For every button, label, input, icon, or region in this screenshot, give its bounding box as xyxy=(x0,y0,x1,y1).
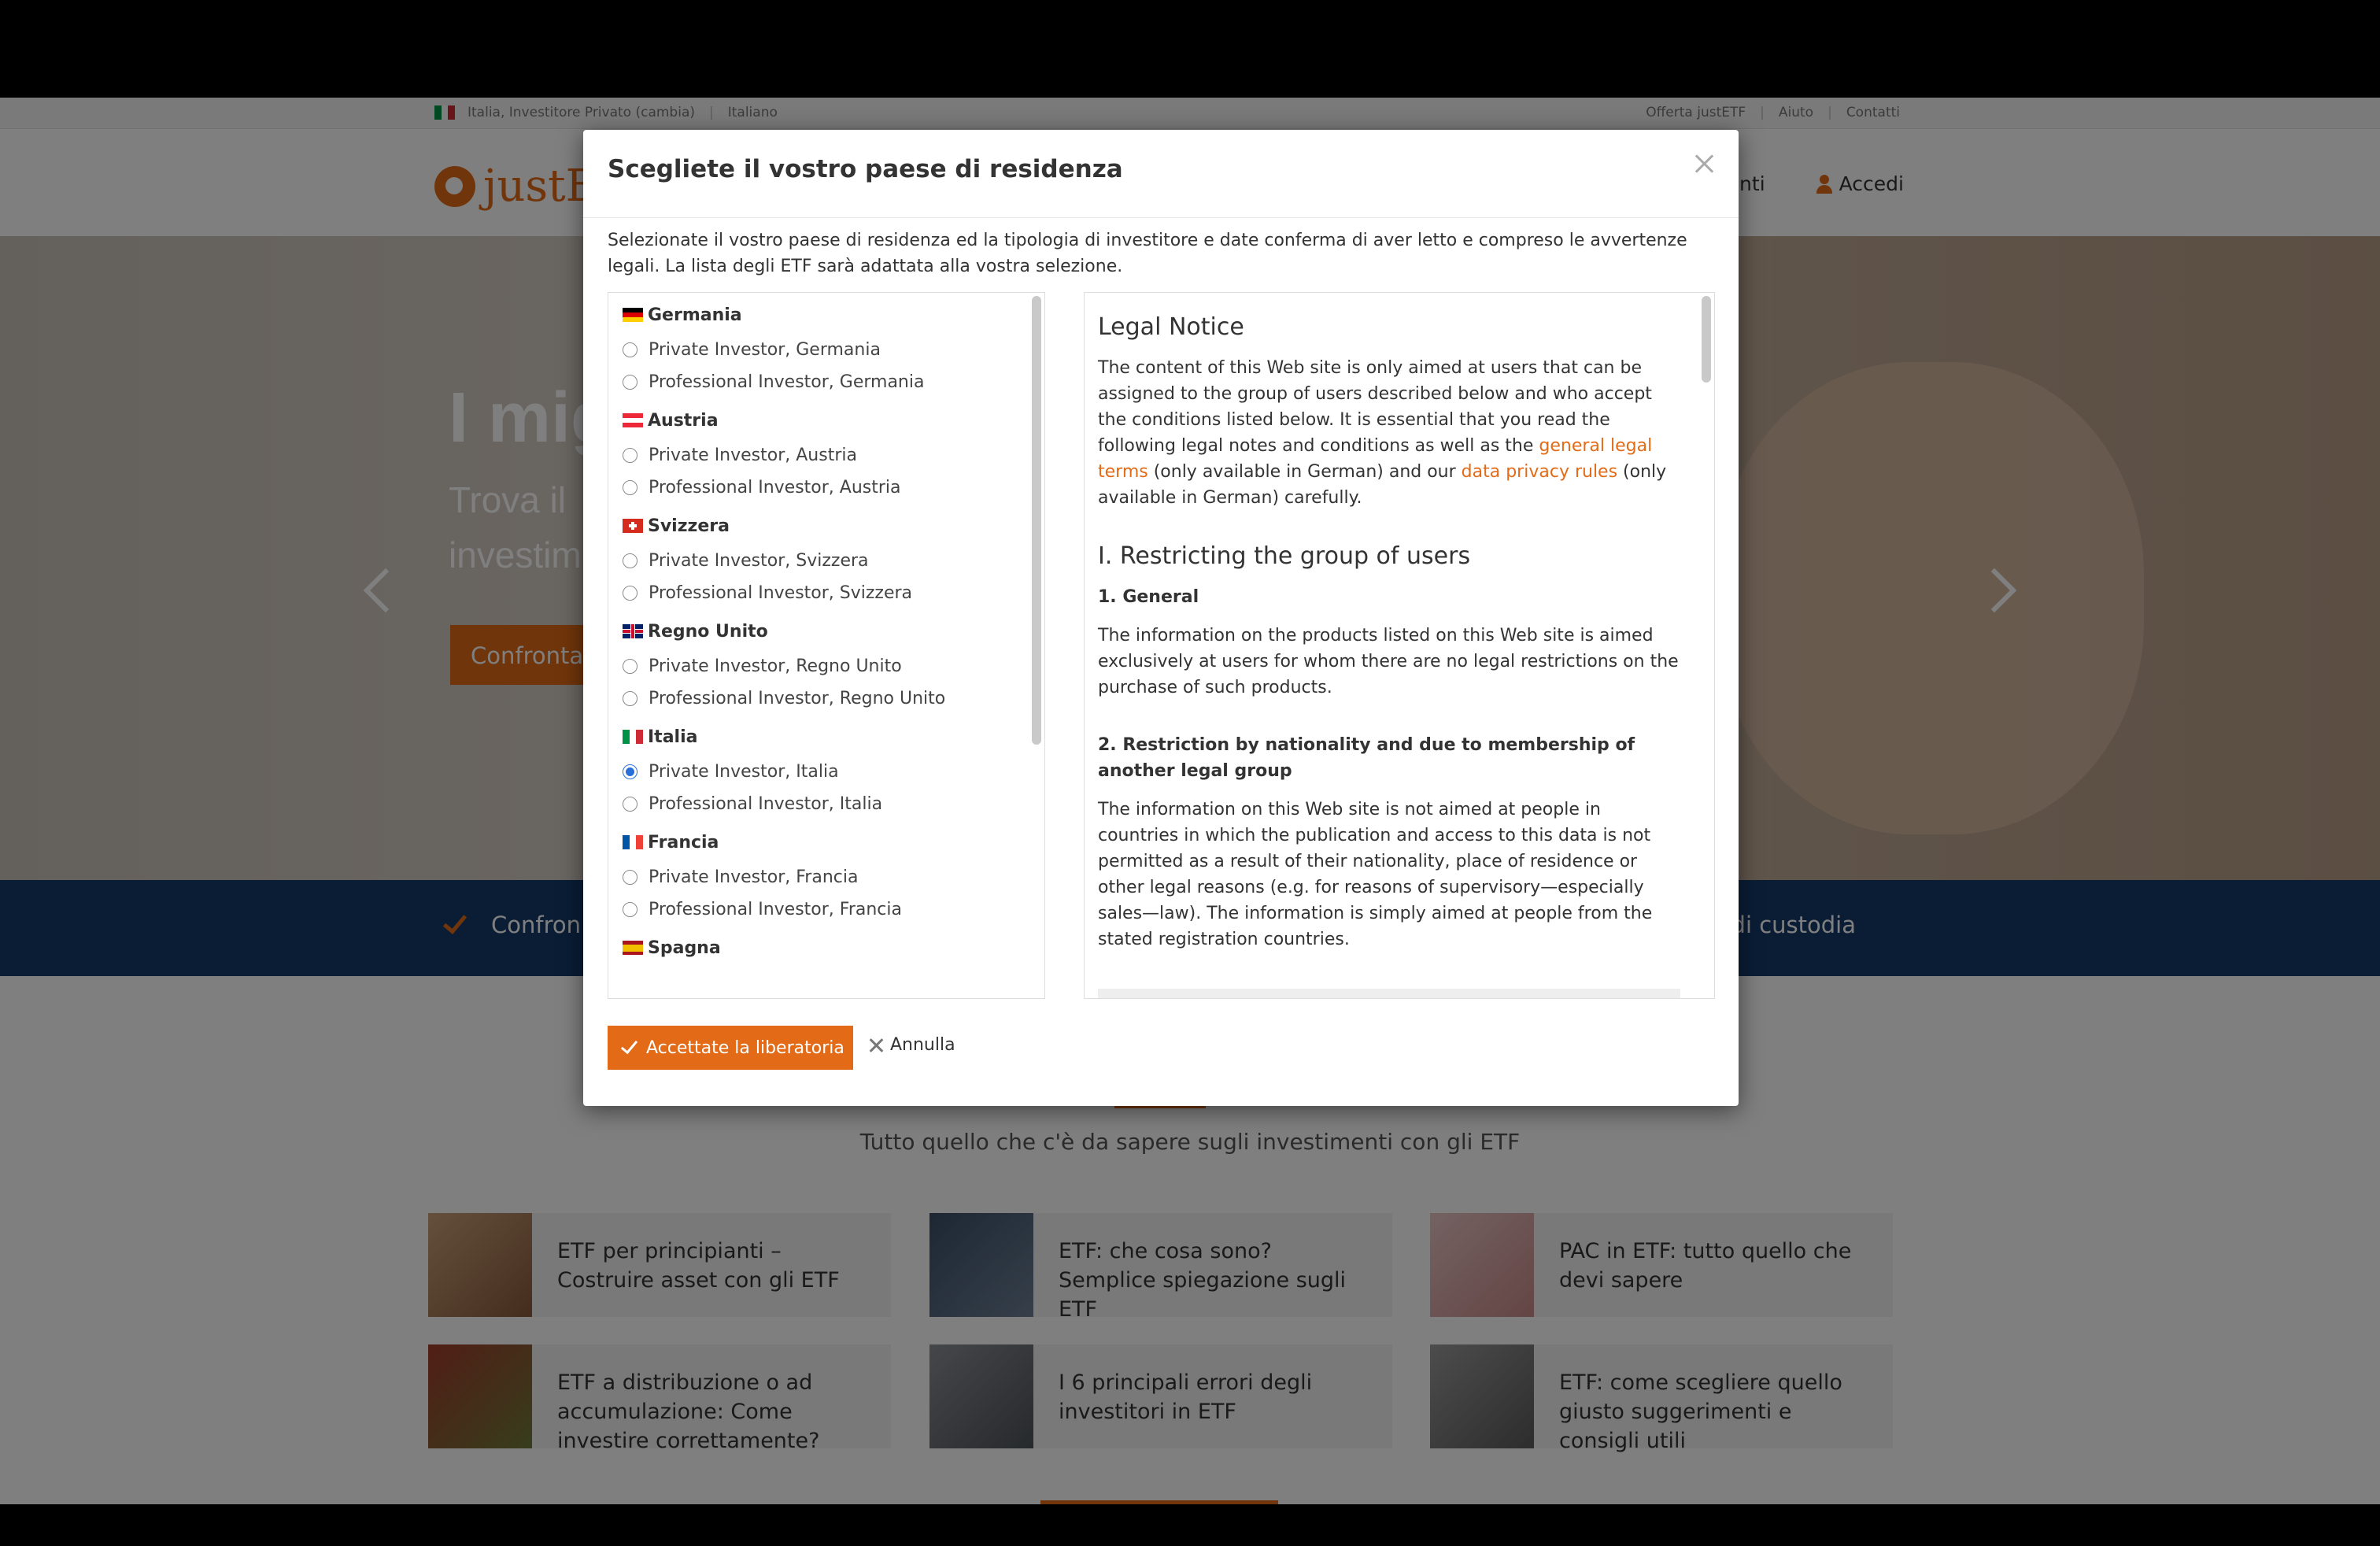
legal-notice-panel[interactable]: Legal Notice The content of this Web sit… xyxy=(1084,292,1715,999)
country-name: Francia xyxy=(648,832,719,853)
country-heading-germania: Germania xyxy=(608,296,1026,334)
option-professional-italia[interactable]: Professional Investor, Italia xyxy=(608,788,1026,820)
legal-intro: The content of this Web site is only aim… xyxy=(1098,355,1680,511)
option-label: Private Investor, Regno Unito xyxy=(649,656,902,676)
screen: Italia, Investitore Privato (cambia) | I… xyxy=(0,0,2380,1546)
legal-subsection-title: 1. General xyxy=(1098,587,1199,607)
option-label: Professional Investor, Austria xyxy=(649,478,901,497)
radio-button-selected[interactable] xyxy=(623,764,638,779)
legal-intro-part: (only available in German) and our xyxy=(1148,462,1462,482)
option-label: Professional Investor, Italia xyxy=(649,794,883,814)
close-icon xyxy=(868,1037,884,1053)
country-list-scrollbar[interactable] xyxy=(1032,296,1041,745)
country-selection-modal: Scegliete il vostro paese di residenza S… xyxy=(583,130,1739,1106)
switzerland-flag-icon xyxy=(623,519,643,533)
legal-scrollbar[interactable] xyxy=(1702,296,1711,383)
radio-button[interactable] xyxy=(623,870,638,885)
option-label: Private Investor, Italia xyxy=(649,762,839,782)
legal-paragraph: The information on this Web site is not … xyxy=(1098,800,1653,949)
country-heading-italia: Italia xyxy=(608,718,1026,756)
country-name: Austria xyxy=(648,410,719,431)
radio-button[interactable] xyxy=(623,586,638,601)
radio-button[interactable] xyxy=(623,342,638,357)
option-professional-germania[interactable]: Professional Investor, Germania xyxy=(608,366,1026,398)
radio-button[interactable] xyxy=(623,448,638,463)
austria-flag-icon xyxy=(623,413,643,427)
radio-button[interactable] xyxy=(623,480,638,495)
cancel-label: Annulla xyxy=(890,1035,955,1055)
option-private-italia[interactable]: Private Investor, Italia xyxy=(608,756,1026,788)
option-label: Private Investor, Svizzera xyxy=(649,551,869,571)
country-name: Svizzera xyxy=(648,516,730,536)
modal-header: Scegliete il vostro paese di residenza xyxy=(583,130,1739,218)
option-private-francia[interactable]: Private Investor, Francia xyxy=(608,861,1026,893)
germany-flag-icon xyxy=(623,308,643,322)
option-label: Private Investor, Austria xyxy=(649,446,857,465)
radio-button[interactable] xyxy=(623,375,638,390)
check-icon xyxy=(620,1036,638,1055)
option-label: Private Investor, Francia xyxy=(649,867,859,887)
data-privacy-link[interactable]: data privacy rules xyxy=(1462,462,1617,482)
modal-intro-text: Selezionate il vostro paese di residenza… xyxy=(608,231,1687,276)
country-name: Italia xyxy=(648,727,698,747)
option-label: Professional Investor, Francia xyxy=(649,900,902,919)
option-private-regno-unito[interactable]: Private Investor, Regno Unito xyxy=(608,650,1026,682)
uk-flag-icon xyxy=(623,624,643,638)
radio-button[interactable] xyxy=(623,659,638,674)
country-name: Germania xyxy=(648,305,742,325)
legal-next-block xyxy=(1098,989,1680,998)
country-heading-regno-unito: Regno Unito xyxy=(608,612,1026,650)
option-professional-regno-unito[interactable]: Professional Investor, Regno Unito xyxy=(608,682,1026,715)
legal-subsection-title: 2. Restriction by nationality and due to… xyxy=(1098,735,1635,781)
country-heading-francia: Francia xyxy=(608,823,1026,861)
modal-title: Scegliete il vostro paese di residenza xyxy=(608,155,1123,183)
france-flag-icon xyxy=(623,835,643,849)
radio-button[interactable] xyxy=(623,691,638,706)
accept-label: Accettate la liberatoria xyxy=(646,1037,844,1058)
country-name: Regno Unito xyxy=(648,621,768,642)
spain-flag-icon xyxy=(623,941,643,955)
option-private-svizzera[interactable]: Private Investor, Svizzera xyxy=(608,545,1026,577)
cancel-button[interactable]: Annulla xyxy=(868,1035,955,1055)
country-list-panel[interactable]: Germania Private Investor, Germania Prof… xyxy=(608,292,1045,999)
country-name: Spagna xyxy=(648,938,721,958)
legal-section-title: I. Restricting the group of users xyxy=(1098,542,1471,570)
option-label: Professional Investor, Regno Unito xyxy=(649,689,946,708)
option-professional-svizzera[interactable]: Professional Investor, Svizzera xyxy=(608,577,1026,609)
italy-flag-icon xyxy=(623,730,643,744)
radio-button[interactable] xyxy=(623,553,638,568)
radio-button[interactable] xyxy=(623,902,638,917)
accept-disclaimer-button[interactable]: Accettate la liberatoria xyxy=(608,1026,853,1070)
option-professional-austria[interactable]: Professional Investor, Austria xyxy=(608,472,1026,504)
option-private-germania[interactable]: Private Investor, Germania xyxy=(608,334,1026,366)
close-icon[interactable] xyxy=(1691,150,1718,177)
radio-button[interactable] xyxy=(623,797,638,812)
option-label: Private Investor, Germania xyxy=(649,340,881,360)
option-label: Professional Investor, Svizzera xyxy=(649,583,913,603)
option-label: Professional Investor, Germania xyxy=(649,372,925,392)
country-heading-svizzera: Svizzera xyxy=(608,507,1026,545)
option-private-austria[interactable]: Private Investor, Austria xyxy=(608,439,1026,472)
country-heading-spagna: Spagna xyxy=(608,929,1026,967)
legal-paragraph: The information on the products listed o… xyxy=(1098,626,1679,697)
country-heading-austria: Austria xyxy=(608,401,1026,439)
legal-title: Legal Notice xyxy=(1098,313,1244,341)
option-professional-francia[interactable]: Professional Investor, Francia xyxy=(608,893,1026,926)
